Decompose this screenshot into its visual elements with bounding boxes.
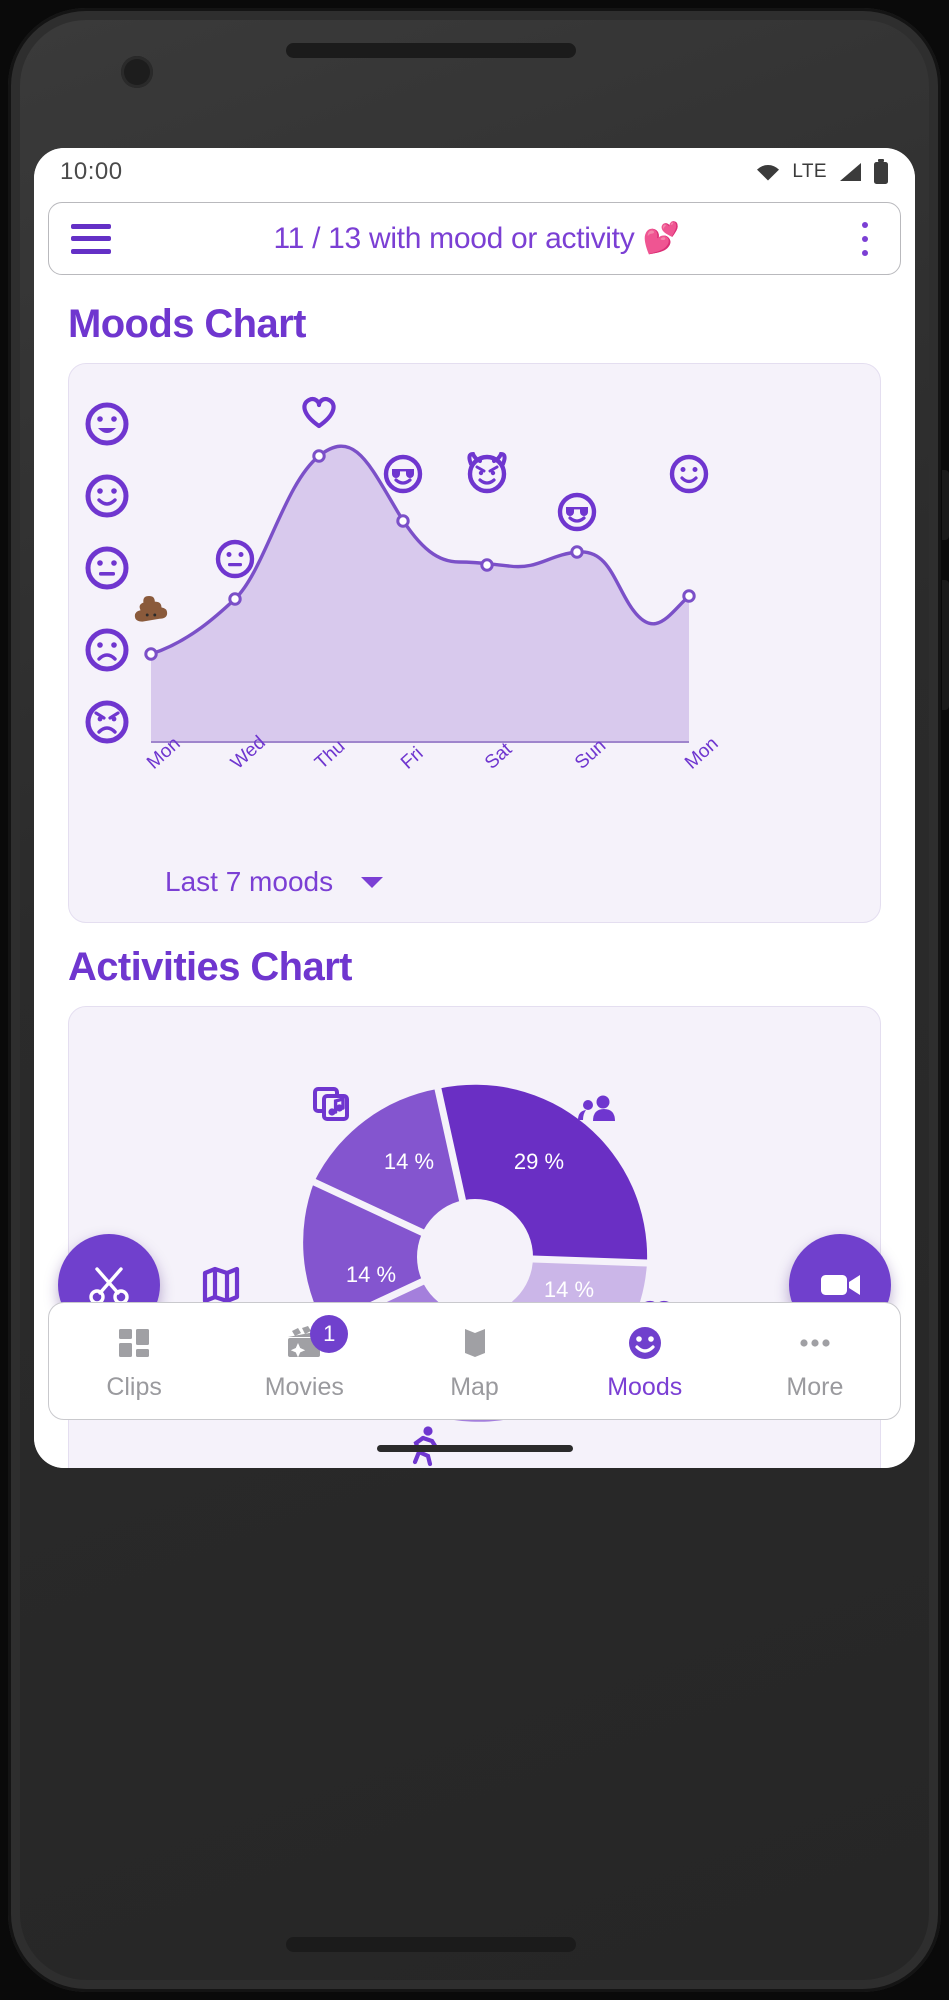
chevron-down-icon[interactable] xyxy=(361,876,384,888)
pie-label-heart: 14 % xyxy=(544,1277,594,1302)
status-time: 10:00 xyxy=(60,158,123,185)
y-axis-icon-happy xyxy=(85,474,129,518)
nav-label-more: More xyxy=(786,1372,844,1401)
point-icon-sunglasses-2 xyxy=(557,492,597,532)
moods-range-label: Last 7 moods xyxy=(165,866,334,897)
front-camera-icon xyxy=(121,56,153,88)
data-point[interactable] xyxy=(396,514,410,528)
nav-item-moods[interactable]: Moods xyxy=(560,1303,730,1419)
nav-label-map: Map xyxy=(450,1372,499,1401)
point-icon-heart xyxy=(302,396,336,429)
pie-label-people: 29 % xyxy=(514,1149,564,1174)
y-axis-icon-angry xyxy=(85,700,129,744)
point-icon-neutral xyxy=(215,539,255,579)
y-axis-icon-very-happy xyxy=(85,402,129,446)
status-icons: LTE xyxy=(754,159,889,185)
point-icon-sunglasses xyxy=(383,454,423,494)
pie-label-map: 14 % xyxy=(346,1262,396,1287)
smiley-face-icon xyxy=(628,1326,661,1359)
data-point[interactable] xyxy=(480,558,494,572)
phone-screen: 10:00 LTE 11 / 13 with mood or activity … xyxy=(34,148,915,1468)
moods-chart-card: Mon Wed Thu Fri Sat Sun Mon Last 7 moods xyxy=(68,363,881,923)
y-axis-icon-neutral xyxy=(85,546,129,590)
volume-button[interactable] xyxy=(942,470,949,540)
earpiece-speaker xyxy=(286,43,576,58)
point-icon-poop xyxy=(134,595,168,622)
nav-item-map[interactable]: Map xyxy=(389,1303,559,1419)
battery-icon xyxy=(874,159,888,184)
pie-label-music: 14 % xyxy=(384,1149,434,1174)
data-point[interactable] xyxy=(312,449,326,463)
point-icon-devil xyxy=(467,451,507,494)
home-indicator xyxy=(376,1445,573,1452)
moods-range-dropdown[interactable]: Last 7 moods xyxy=(165,866,384,898)
nav-label-clips: Clips xyxy=(106,1372,162,1401)
pie-center-hole xyxy=(417,1199,533,1315)
app-bar[interactable]: 11 / 13 with mood or activity 💕 xyxy=(48,202,901,275)
more-horizontal-icon xyxy=(800,1338,830,1347)
data-point[interactable] xyxy=(144,647,158,661)
signal-icon xyxy=(840,163,861,181)
moods-line-chart xyxy=(85,396,709,744)
hamburger-menu-icon[interactable] xyxy=(71,223,111,254)
map-icon xyxy=(464,1328,485,1357)
people-icon xyxy=(578,1095,615,1121)
grid-clips-icon xyxy=(119,1328,150,1357)
scroll-content: Moods Chart Mon Wed Thu Fri Sat Sun Mon … xyxy=(34,280,915,1468)
app-surface: 10:00 LTE 11 / 13 with mood or activity … xyxy=(34,148,915,1468)
nav-label-movies: Movies xyxy=(264,1372,344,1401)
power-button[interactable] xyxy=(942,580,949,710)
data-point[interactable] xyxy=(228,592,242,606)
point-icon-smiley xyxy=(669,454,709,494)
y-axis-icon-sad xyxy=(85,628,129,672)
more-vertical-icon[interactable] xyxy=(852,221,878,256)
bottom-speaker xyxy=(286,1937,576,1952)
nav-item-clips[interactable]: Clips xyxy=(49,1303,219,1419)
page-title-moods: Moods Chart xyxy=(68,302,306,346)
status-bar: 10:00 LTE xyxy=(34,148,915,196)
data-point[interactable] xyxy=(570,545,584,559)
app-bar-title: 11 / 13 with mood or activity 💕 xyxy=(273,222,680,255)
nav-item-movies[interactable]: 1 Movies xyxy=(219,1303,389,1419)
music-photos-icon xyxy=(313,1087,349,1121)
data-point[interactable] xyxy=(682,589,696,603)
map-icon xyxy=(202,1266,240,1304)
network-type-label: LTE xyxy=(792,161,827,182)
phone-frame: 10:00 LTE 11 / 13 with mood or activity … xyxy=(0,0,949,2000)
wifi-icon xyxy=(757,165,780,181)
movies-badge: 1 xyxy=(310,1315,349,1353)
page-title-activities: Activities Chart xyxy=(68,945,352,989)
bottom-navigation-bar: Clips 1 Movies Map Moods More xyxy=(48,1302,901,1420)
nav-item-more[interactable]: More xyxy=(730,1303,900,1419)
nav-label-moods: Moods xyxy=(607,1372,683,1401)
